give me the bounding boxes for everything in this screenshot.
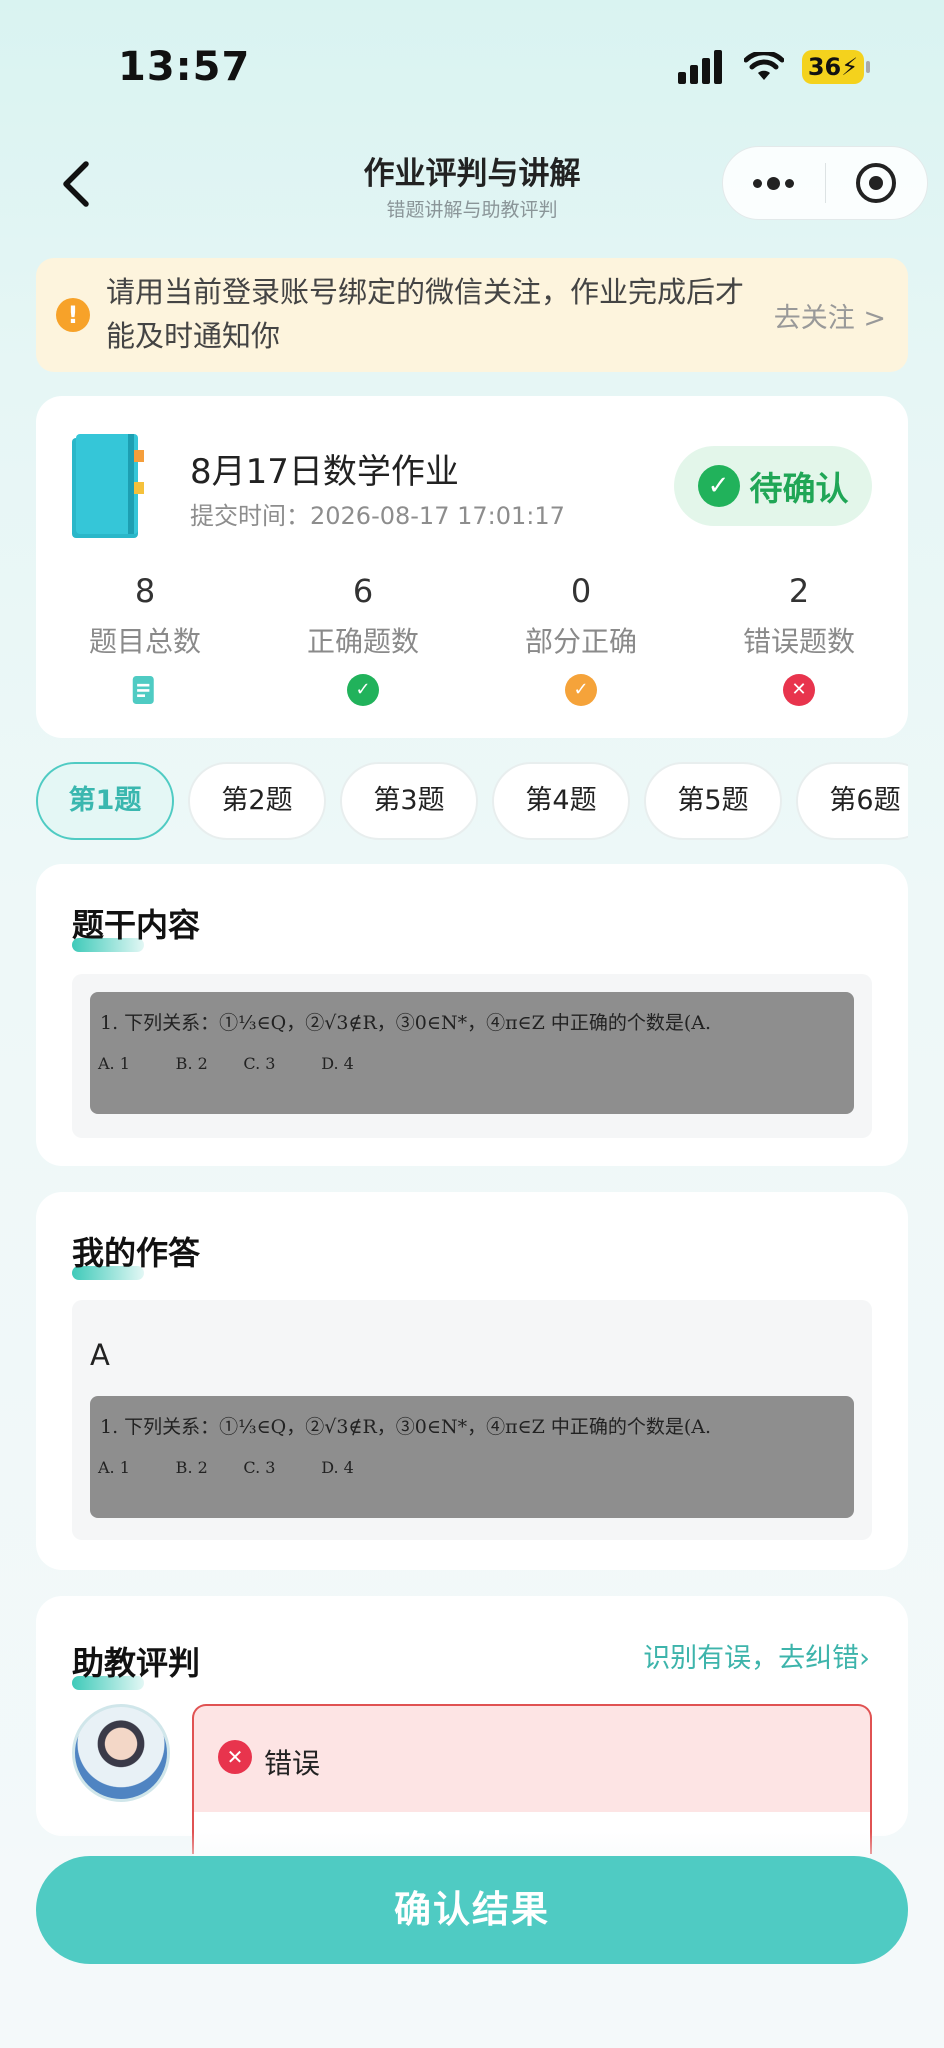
- follow-notice-banner: ! 请用当前登录账号绑定的微信关注，作业完成后才能及时通知你 去关注 >: [36, 258, 908, 372]
- tab-question-3[interactable]: 第3题: [340, 762, 478, 840]
- stat-label: 题目总数: [88, 625, 201, 658]
- status-icons: 36 ⚡: [678, 50, 870, 84]
- assistant-avatar: [72, 1704, 170, 1802]
- question-stem-card: 题干内容 1. 下列关系：①⅓∈Q，②√3∉R，③0∈N*，④π∈Z 中正确的个…: [36, 864, 908, 1166]
- stat-partial: 0 部分正确 ✓: [472, 572, 690, 710]
- question-options: A. 1 B. 2 C. 3 D. 4: [98, 1458, 354, 1477]
- close-miniprogram-button[interactable]: [826, 147, 928, 219]
- question-line: 1. 下列关系：①⅓∈Q，②√3∉R，③0∈N*，④π∈Z 中正确的个数是(A.: [100, 1012, 712, 1034]
- tab-question-2[interactable]: 第2题: [188, 762, 326, 840]
- document-icon: [132, 676, 154, 704]
- question-tabs: 第1题 第2题 第3题 第4题 第5题 第6题: [36, 762, 908, 842]
- stat-value: 6: [352, 572, 374, 610]
- status-time: 13:57: [118, 44, 251, 90]
- tab-question-4[interactable]: 第4题: [492, 762, 630, 840]
- partial-check-icon: ✓: [565, 674, 597, 706]
- tab-question-5[interactable]: 第5题: [644, 762, 782, 840]
- question-line: 1. 下列关系：①⅓∈Q，②√3∉R，③0∈N*，④π∈Z 中正确的个数是(A.: [100, 1416, 712, 1438]
- signal-icon: [678, 50, 722, 84]
- answer-content-box: A 1. 下列关系：①⅓∈Q，②√3∉R，③0∈N*，④π∈Z 中正确的个数是(…: [72, 1300, 872, 1540]
- report-error-link[interactable]: 识别有误，去纠错›: [643, 1636, 870, 1675]
- section-title: 题干内容: [72, 906, 201, 944]
- check-icon: ✓: [697, 465, 740, 507]
- confirm-result-button[interactable]: 确认结果: [36, 1856, 908, 1964]
- check-circle-icon: ✓: [347, 674, 379, 706]
- miniprogram-capsule: [722, 146, 928, 220]
- stat-value: 2: [788, 572, 810, 610]
- wifi-icon: [744, 52, 784, 80]
- answer-text: A: [90, 1338, 110, 1372]
- target-icon: [856, 163, 897, 203]
- stat-wrong: 2 错误题数 ✕: [690, 572, 908, 710]
- tab-question-6[interactable]: 第6题: [796, 762, 908, 840]
- x-circle-icon: ✕: [783, 674, 815, 706]
- assistant-judge-card: 助教评判 识别有误，去纠错› ✕ 错误: [36, 1596, 908, 1872]
- stem-content-box: 1. 下列关系：①⅓∈Q，②√3∉R，③0∈N*，④π∈Z 中正确的个数是(A.…: [72, 974, 872, 1138]
- warning-icon: !: [56, 298, 90, 332]
- stat-correct: 6 正确题数 ✓: [254, 572, 472, 710]
- submit-time: 提交时间：2026-08-17 17:01:17: [190, 502, 565, 530]
- more-button[interactable]: [723, 147, 825, 219]
- section-title: 我的作答: [72, 1234, 201, 1272]
- battery-icon: 36 ⚡: [802, 50, 870, 84]
- notice-text: 请用当前登录账号绑定的微信关注，作业完成后才能及时通知你: [106, 275, 745, 353]
- section-title: 助教评判: [72, 1644, 201, 1682]
- stat-total: 8 题目总数: [36, 572, 254, 710]
- question-image[interactable]: 1. 下列关系：①⅓∈Q，②√3∉R，③0∈N*，④π∈Z 中正确的个数是(A.…: [90, 992, 854, 1114]
- stat-label: 正确题数: [306, 625, 419, 658]
- x-circle-icon: ✕: [218, 1740, 252, 1774]
- stat-label: 错误题数: [742, 625, 855, 658]
- follow-link[interactable]: 去关注 >: [774, 296, 886, 335]
- battery-level: 36: [807, 53, 842, 81]
- question-options: A. 1 B. 2 C. 3 D. 4: [98, 1054, 354, 1073]
- stats-row: 8 题目总数 6 正确题数 ✓ 0 部分正确 ✓ 2 错误题数 ✕: [36, 572, 908, 710]
- answer-image[interactable]: 1. 下列关系：①⅓∈Q，②√3∉R，③0∈N*，④π∈Z 中正确的个数是(A.…: [90, 1396, 854, 1518]
- notebook-icon: [72, 434, 144, 538]
- stat-value: 0: [570, 572, 592, 610]
- stat-label: 部分正确: [524, 625, 637, 658]
- homework-summary-card: 8月17日数学作业 提交时间：2026-08-17 17:01:17 ✓ 待确认…: [36, 396, 908, 738]
- tab-question-1[interactable]: 第1题: [36, 762, 174, 840]
- stat-value: 8: [134, 572, 156, 610]
- more-dots-icon: [753, 176, 795, 190]
- status-label: 待确认: [749, 469, 849, 508]
- my-answer-card: 我的作答 A 1. 下列关系：①⅓∈Q，②√3∉R，③0∈N*，④π∈Z 中正确…: [36, 1192, 908, 1570]
- homework-title: 8月17日数学作业: [190, 452, 459, 492]
- status-badge: ✓ 待确认: [674, 446, 872, 526]
- verdict-label: 错误: [264, 1747, 321, 1780]
